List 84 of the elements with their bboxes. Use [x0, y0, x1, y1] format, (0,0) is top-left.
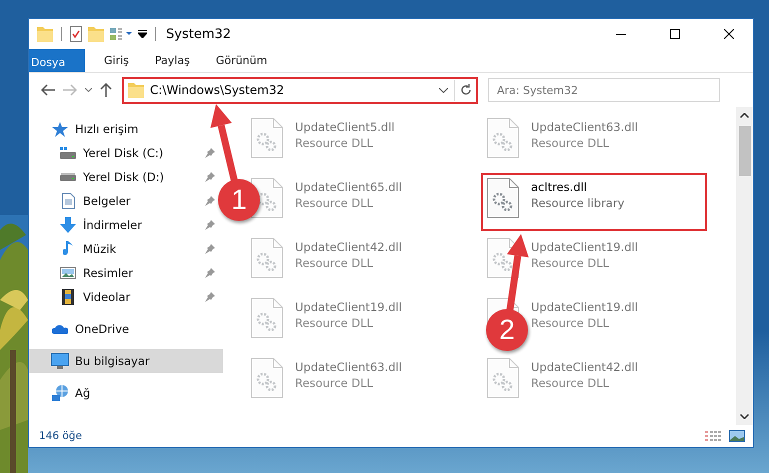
- scrollbar[interactable]: [736, 107, 753, 425]
- folder-icon: [128, 82, 144, 98]
- file-type: Resource DLL: [295, 316, 374, 330]
- back-icon[interactable]: [41, 84, 55, 96]
- pin-icon[interactable]: [205, 148, 215, 158]
- dropdown-icon[interactable]: [439, 88, 448, 92]
- maximize-icon[interactable]: [670, 29, 680, 39]
- navigation-item[interactable]: Resimler: [29, 261, 139, 285]
- file-type: Resource DLL: [295, 196, 374, 210]
- dll-file-icon: [487, 358, 519, 398]
- navigation-item[interactable]: Ağ: [29, 381, 96, 405]
- file-name[interactable]: UpdateClient63.dll: [531, 120, 638, 134]
- file-name[interactable]: UpdateClient63.dll: [295, 360, 402, 374]
- scroll-up-icon[interactable]: [740, 113, 749, 118]
- pin-icon[interactable]: [205, 220, 215, 230]
- pin-icon[interactable]: [205, 268, 215, 278]
- file-type: Resource DLL: [295, 256, 374, 270]
- dll-file-icon: [487, 178, 519, 218]
- star-icon: [52, 122, 68, 136]
- ribbon-tab[interactable]: Giriş: [91, 49, 142, 72]
- file-type: Resource DLL: [531, 316, 610, 330]
- monitor-icon: [51, 353, 69, 369]
- drive-icon: [60, 173, 76, 181]
- refresh-icon[interactable]: [460, 84, 472, 96]
- picture-icon: [60, 267, 76, 279]
- navigation-item[interactable]: İndirmeler: [29, 213, 148, 237]
- navigation-item[interactable]: Hızlı erişim: [29, 117, 144, 141]
- recent-icon[interactable]: [85, 88, 92, 92]
- file-menu-tab[interactable]: Dosya: [29, 49, 85, 72]
- customize-icon[interactable]: [138, 30, 147, 38]
- network-icon: [52, 385, 68, 401]
- navigation-item[interactable]: Belgeler: [29, 189, 137, 213]
- dll-file-icon: [251, 118, 283, 158]
- ribbon-tab[interactable]: Paylaş: [142, 49, 203, 72]
- pin-icon[interactable]: [205, 292, 215, 302]
- file-name: acltres.dll: [531, 180, 588, 194]
- pin-icon[interactable]: [205, 244, 215, 254]
- file-name[interactable]: UpdateClient42.dll: [295, 240, 402, 254]
- item-count: 146 öğe: [39, 430, 82, 442]
- file-type: Resource DLL: [531, 136, 610, 150]
- navigation-item[interactable]: Videolar: [29, 285, 136, 309]
- dll-file-icon: [251, 298, 283, 338]
- address-path: C:\Windows\System32: [150, 83, 284, 97]
- scroll-down-icon[interactable]: [740, 414, 749, 419]
- file-type: Resource DLL: [531, 256, 610, 270]
- scroll-thumb[interactable]: [738, 126, 750, 176]
- view-menu-icon[interactable]: [110, 27, 132, 41]
- drive-icon: [60, 147, 76, 159]
- file-name[interactable]: UpdateClient5.dll: [295, 120, 395, 134]
- music-icon: [63, 241, 73, 257]
- up-icon[interactable]: [100, 83, 112, 97]
- ribbon-tab[interactable]: Görünüm: [202, 49, 280, 72]
- file-type: Resource DLL: [531, 376, 610, 390]
- window-title: System32: [166, 26, 232, 42]
- navigation-item[interactable]: Yerel Disk (C:): [29, 141, 170, 165]
- search-field[interactable]: Ara: System32: [488, 78, 720, 102]
- document-icon: [62, 193, 74, 209]
- file-name[interactable]: UpdateClient19.dll: [531, 300, 638, 314]
- download-icon: [60, 217, 76, 233]
- pin-icon[interactable]: [205, 172, 215, 182]
- file-name[interactable]: UpdateClient19.dll: [531, 240, 638, 254]
- properties-icon[interactable]: [70, 26, 82, 42]
- close-icon[interactable]: [724, 29, 734, 39]
- navigation-item[interactable]: Bu bilgisayar: [29, 349, 223, 373]
- navigation-item[interactable]: Yerel Disk (D:): [29, 165, 170, 189]
- file-type: Resource DLL: [295, 136, 374, 150]
- file-type: Resource DLL: [295, 376, 374, 390]
- file-type: Resource library: [531, 196, 624, 210]
- pin-icon[interactable]: [205, 196, 215, 206]
- address-bar[interactable]: C:\Windows\System32: [122, 76, 478, 104]
- dll-file-icon: [251, 358, 283, 398]
- tiles-view-icon[interactable]: [729, 430, 745, 442]
- file-name[interactable]: UpdateClient65.dll: [295, 180, 402, 194]
- dll-file-icon: [251, 238, 283, 278]
- cloud-icon: [52, 324, 68, 334]
- details-view-icon[interactable]: [705, 430, 721, 442]
- forward-icon: [63, 84, 77, 96]
- file-item[interactable]: acltres.dll Resource library: [481, 173, 707, 231]
- film-icon: [62, 289, 74, 305]
- file-name[interactable]: UpdateClient19.dll: [295, 300, 402, 314]
- file-name[interactable]: UpdateClient42.dll: [531, 360, 638, 374]
- navigation-item[interactable]: OneDrive: [29, 317, 136, 341]
- navigation-item[interactable]: Müzik: [29, 237, 122, 261]
- dll-file-icon: [487, 118, 519, 158]
